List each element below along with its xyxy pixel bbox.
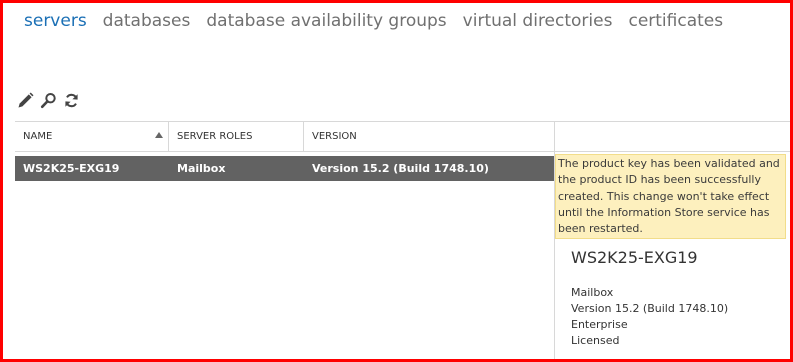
edit-icon <box>18 92 34 108</box>
details-properties: Mailbox Version 15.2 (Build 1748.10) Ent… <box>571 285 728 349</box>
servers-table: NAME SERVER ROLES VERSION WS2K25-EXG19 M… <box>15 121 554 181</box>
notice-banner: The product key has been validated and t… <box>555 154 786 240</box>
cell-server-roles: Mailbox <box>177 162 226 175</box>
tab-virtual-directories[interactable]: virtual directories <box>463 11 613 31</box>
table-header: NAME SERVER ROLES VERSION <box>15 121 554 152</box>
tab-database-availability-groups[interactable]: database availability groups <box>206 11 446 31</box>
column-header-server-roles[interactable]: SERVER ROLES <box>169 122 304 151</box>
search-button[interactable] <box>40 92 57 109</box>
tab-databases[interactable]: databases <box>103 11 191 31</box>
column-header-label: NAME <box>23 131 53 142</box>
search-icon <box>40 93 56 109</box>
details-version: Version 15.2 (Build 1748.10) <box>571 302 729 315</box>
toolbar <box>17 92 80 109</box>
cell-version: Version 15.2 (Build 1748.10) <box>312 162 489 175</box>
top-nav: servers databases database availability … <box>24 11 723 31</box>
details-pane: The product key has been validated and t… <box>554 121 790 359</box>
details-pane-header <box>555 121 790 152</box>
column-header-version[interactable]: VERSION <box>304 122 554 151</box>
details-license: Licensed <box>571 334 620 347</box>
tab-certificates[interactable]: certificates <box>628 11 723 31</box>
refresh-button[interactable] <box>63 92 80 109</box>
cell-name: WS2K25-EXG19 <box>23 162 120 175</box>
column-header-label: SERVER ROLES <box>177 131 253 142</box>
column-header-label: VERSION <box>312 131 357 142</box>
column-header-name[interactable]: NAME <box>15 122 169 151</box>
edit-button[interactable] <box>17 92 34 109</box>
details-title: WS2K25-EXG19 <box>571 248 698 267</box>
sort-ascending-icon <box>155 132 163 138</box>
refresh-icon <box>65 93 78 108</box>
table-row[interactable]: WS2K25-EXG19 Mailbox Version 15.2 (Build… <box>15 156 554 181</box>
details-edition: Enterprise <box>571 318 628 331</box>
details-role: Mailbox <box>571 286 614 299</box>
tab-servers[interactable]: servers <box>24 11 87 31</box>
